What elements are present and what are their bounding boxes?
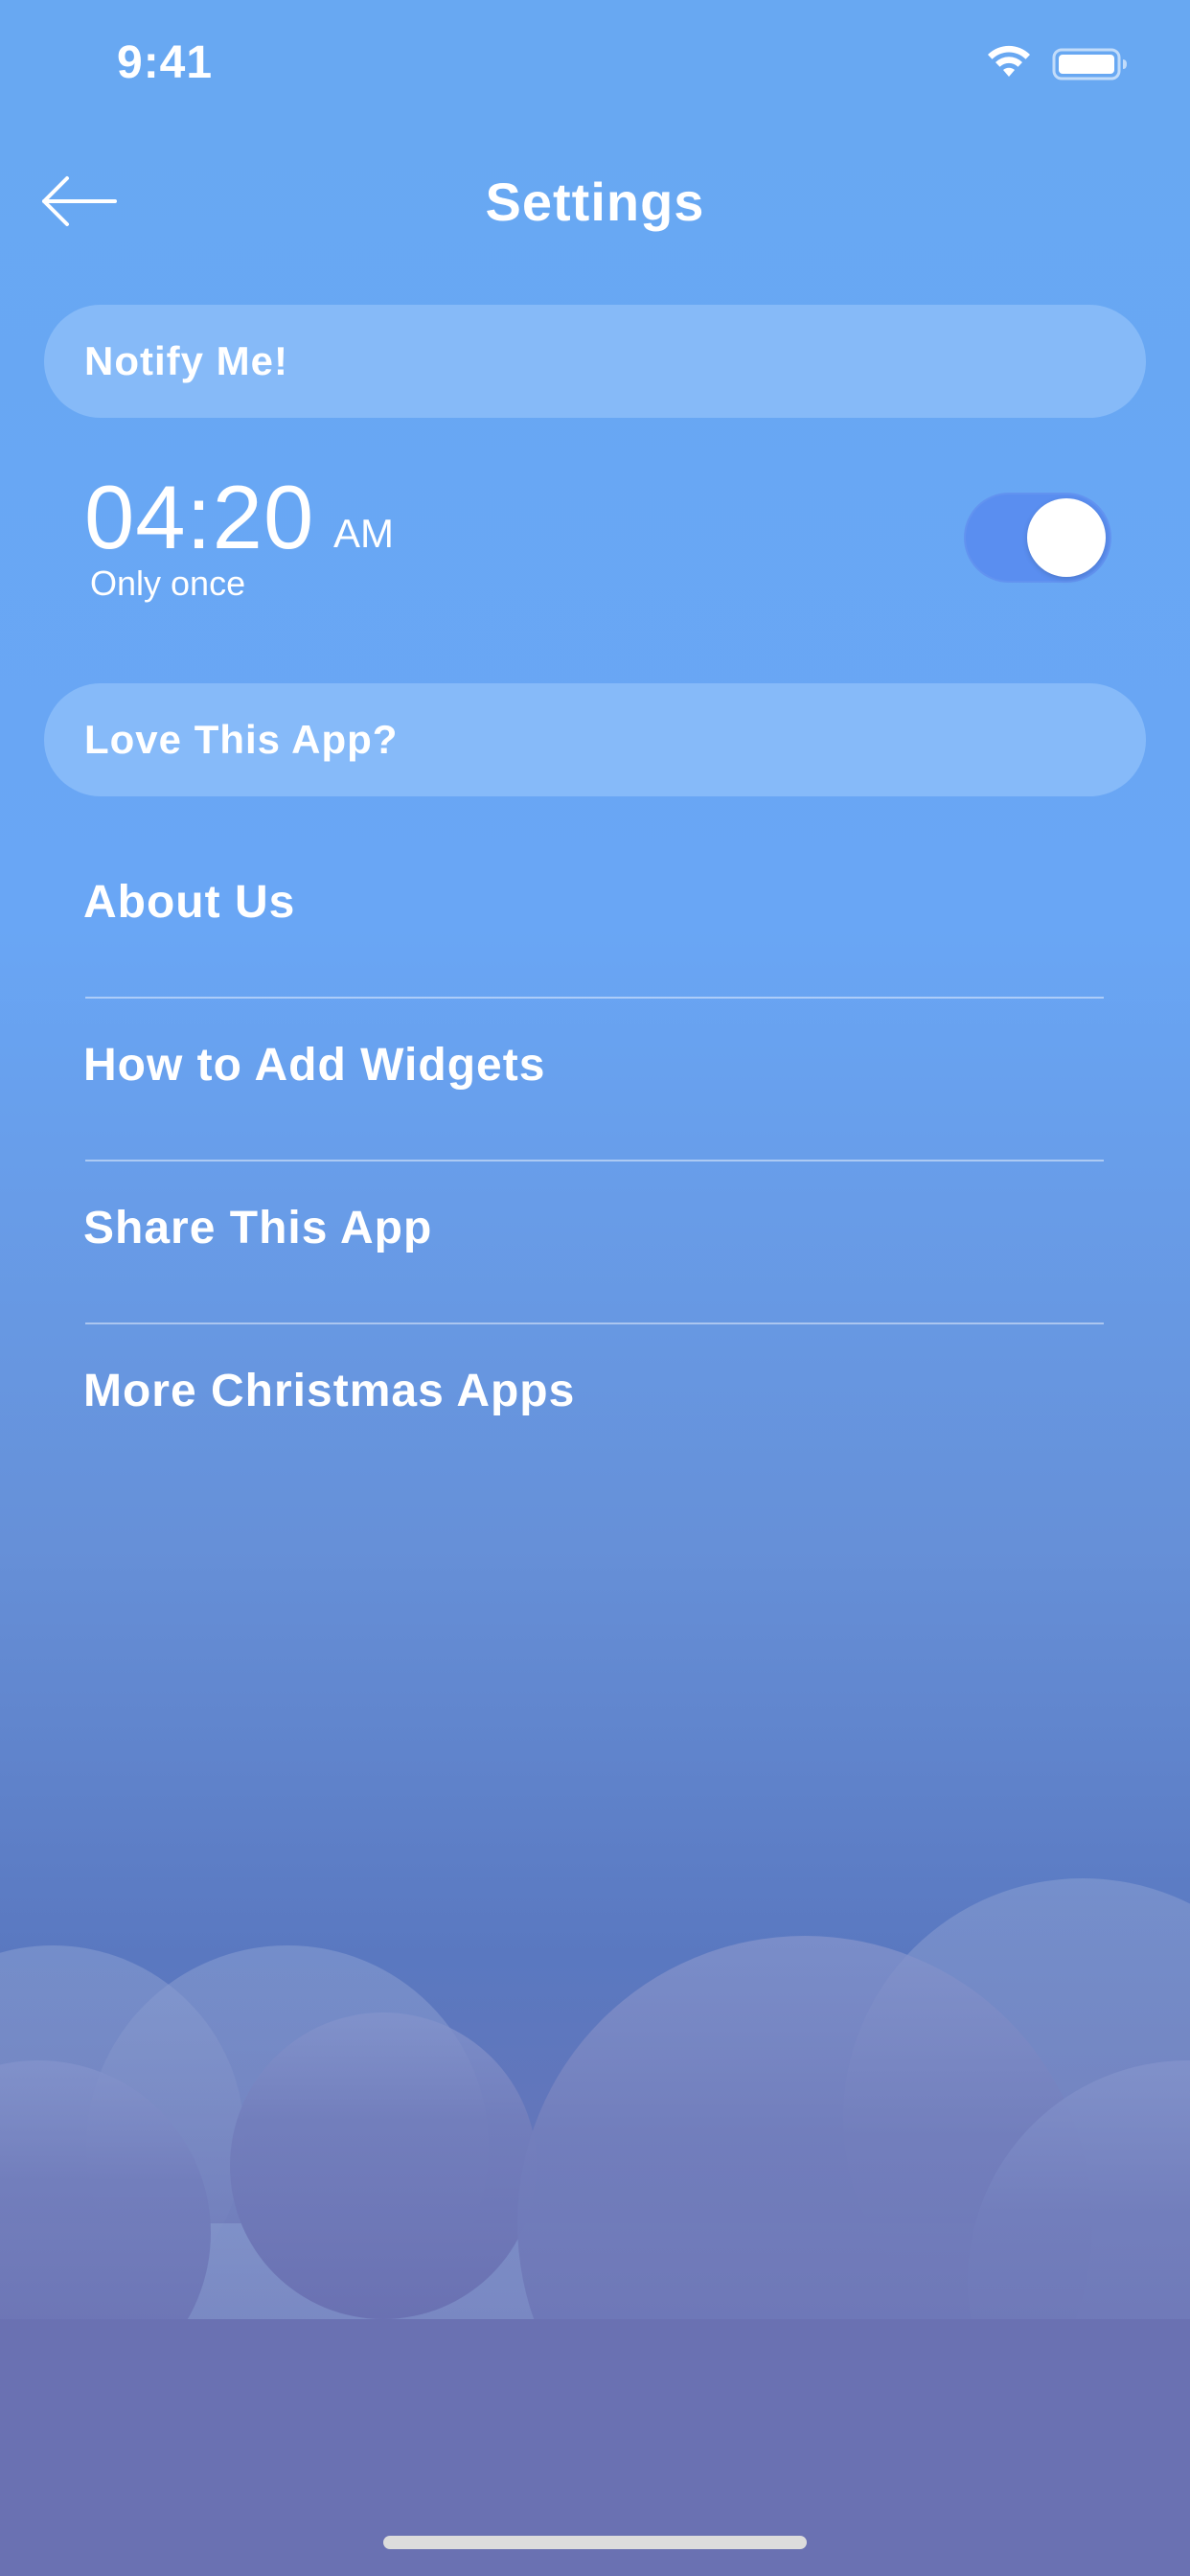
menu-item-share-this-app[interactable]: Share This App [0,1162,1190,1324]
wifi-icon [988,45,1030,77]
alarm-toggle[interactable] [964,493,1111,583]
section-header-notify: Notify Me! [44,305,1146,418]
alarm-time[interactable]: 04:20 [84,470,314,565]
settings-screen: 9:41 Settings Notify Me! 04:20 AM Only o… [0,0,1190,2576]
section-header-love: Love This App? [44,683,1146,796]
header: Settings [0,153,1190,249]
alarm-row: 04:20 AM Only once [0,450,1190,623]
clouds-illustration [0,1878,1190,2576]
menu-list: About Us How to Add Widgets Share This A… [0,836,1190,1487]
menu-item-label: About Us [83,877,296,928]
home-indicator[interactable] [383,2536,807,2549]
menu-item-label: How to Add Widgets [83,1040,546,1091]
menu-item-more-christmas-apps[interactable]: More Christmas Apps [0,1324,1190,1487]
alarm-period: AM [333,511,394,556]
status-bar: 9:41 [0,0,1190,126]
page-title: Settings [485,172,705,232]
section-header-label: Love This App? [84,717,399,762]
menu-item-how-to-add-widgets[interactable]: How to Add Widgets [0,999,1190,1162]
menu-item-label: Share This App [83,1203,433,1254]
battery-icon [1052,48,1127,80]
alarm-repeat: Only once [90,564,246,603]
menu-item-label: More Christmas Apps [83,1366,576,1416]
status-time: 9:41 [117,37,214,88]
menu-item-about-us[interactable]: About Us [0,836,1190,999]
toggle-knob [1027,498,1106,577]
section-header-label: Notify Me! [84,338,288,383]
